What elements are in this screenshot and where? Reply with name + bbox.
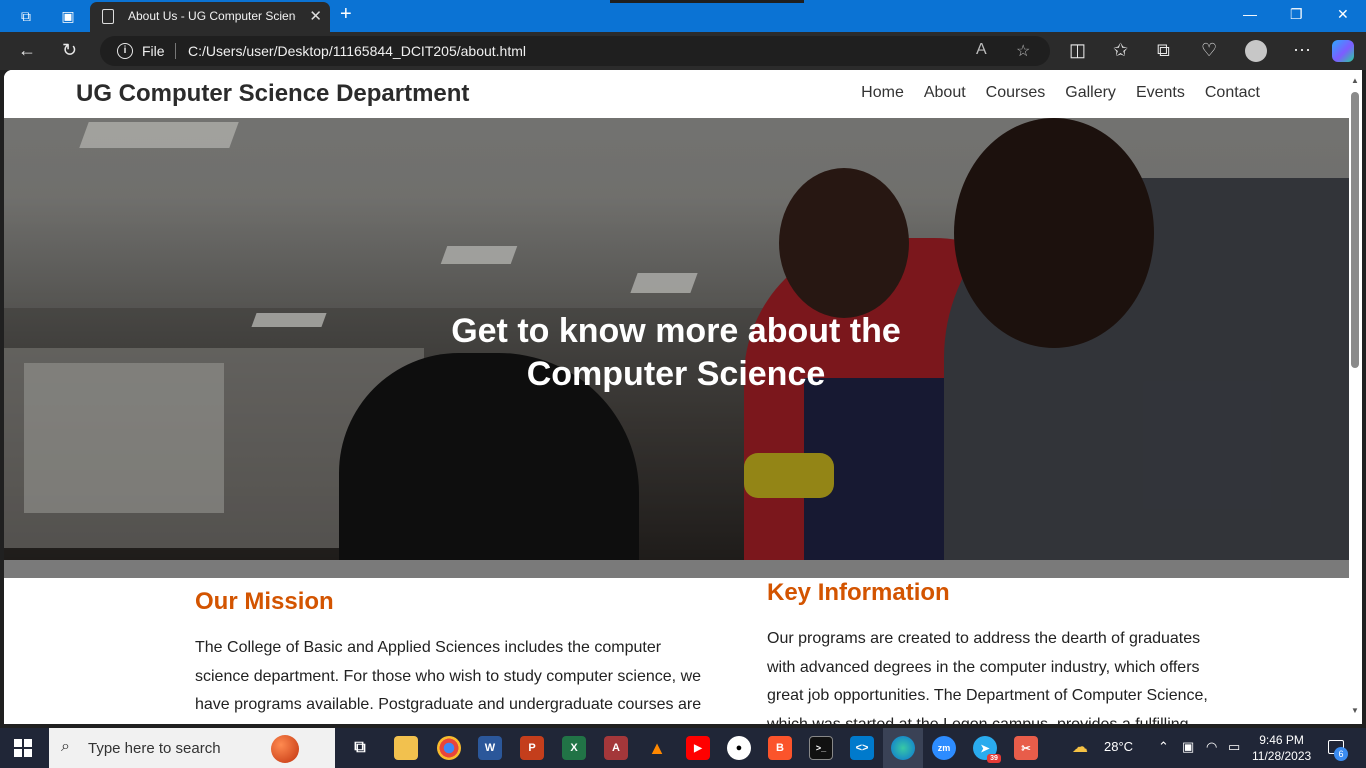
zoom-icon[interactable]: zm bbox=[932, 736, 956, 760]
taskbar-clock[interactable]: 9:46 PM 11/28/2023 bbox=[1252, 732, 1311, 764]
site-info-icon[interactable]: i bbox=[117, 43, 133, 59]
github-icon[interactable]: ● bbox=[727, 736, 751, 760]
tab-actions-icon[interactable]: ▣ bbox=[58, 6, 78, 26]
vlc-icon[interactable]: ▲ bbox=[645, 736, 669, 760]
task-view-icon[interactable]: ⧉ bbox=[348, 736, 372, 760]
close-window-icon[interactable]: ✕ bbox=[1337, 6, 1349, 23]
key-info-section: Key Information Our programs are created… bbox=[767, 579, 1217, 724]
favorite-star-icon[interactable]: ☆ bbox=[1016, 41, 1030, 61]
page-viewport: UG Computer Science Department Home Abou… bbox=[4, 70, 1349, 724]
browser-essentials-icon[interactable]: ♡ bbox=[1201, 40, 1217, 60]
settings-more-icon[interactable]: ⋯ bbox=[1293, 40, 1311, 60]
page-scrollbar[interactable]: ▲ ▼ bbox=[1349, 70, 1362, 724]
weather-temperature[interactable]: 28°C bbox=[1104, 739, 1133, 754]
access-icon[interactable]: A bbox=[604, 736, 628, 760]
active-browser-tab[interactable]: About Us - UG Computer Science Departmen… bbox=[90, 2, 330, 32]
windows-taskbar: ⌕ Type here to search ⧉ W P X A ▲ ▶ ● B … bbox=[0, 728, 1366, 768]
notification-badge: 6 bbox=[1334, 747, 1348, 761]
window-drag-region bbox=[610, 0, 804, 3]
tray-overflow-icon[interactable]: ⌃ bbox=[1158, 739, 1169, 755]
youtube-icon[interactable]: ▶ bbox=[686, 736, 710, 760]
refresh-icon[interactable]: ↻ bbox=[62, 40, 77, 60]
powerpoint-icon[interactable]: P bbox=[520, 736, 544, 760]
key-info-text: Our programs are created to address the … bbox=[767, 630, 1208, 724]
vscode-icon[interactable]: <> bbox=[850, 736, 874, 760]
split-screen-icon[interactable]: ◫ bbox=[1069, 40, 1086, 60]
read-aloud-icon[interactable]: A bbox=[976, 41, 987, 59]
excel-icon[interactable]: X bbox=[562, 736, 586, 760]
browser-toolbar: ← ↻ i File C:/Users/user/Desktop/1116584… bbox=[0, 32, 1366, 70]
brave-icon[interactable]: B bbox=[768, 736, 792, 760]
terminal-icon[interactable]: >_ bbox=[809, 736, 833, 760]
hero-heading: Get to know more about the Computer Scie… bbox=[451, 312, 901, 393]
wifi-icon[interactable]: ◠ bbox=[1206, 739, 1217, 755]
nav-gallery[interactable]: Gallery bbox=[1065, 84, 1116, 102]
scroll-down-icon[interactable]: ▼ bbox=[1351, 706, 1359, 715]
restore-icon[interactable]: ❐ bbox=[1290, 6, 1303, 23]
browser-tab-strip: ⧉ ▣ About Us - UG Computer Science Depar… bbox=[0, 0, 1366, 32]
page-favicon-icon bbox=[102, 9, 114, 24]
hero-banner: Get to know more about the Computer Scie… bbox=[4, 118, 1349, 560]
tab-close-icon[interactable]: ✕ bbox=[309, 7, 322, 25]
clock-time: 9:46 PM bbox=[1259, 733, 1304, 747]
favorites-icon[interactable]: ✩ bbox=[1113, 40, 1128, 60]
profile-avatar[interactable] bbox=[1245, 40, 1267, 62]
tab-title: About Us - UG Computer Science Departmen… bbox=[128, 9, 296, 23]
back-icon[interactable]: ← bbox=[18, 40, 36, 60]
snipping-tool-icon[interactable]: ✂ bbox=[1014, 736, 1038, 760]
workspaces-icon[interactable]: ⧉ bbox=[16, 6, 36, 26]
chrome-icon[interactable] bbox=[437, 736, 461, 760]
meet-now-icon[interactable]: ▣ bbox=[1182, 739, 1194, 755]
nav-courses[interactable]: Courses bbox=[986, 84, 1046, 102]
nav-contact[interactable]: Contact bbox=[1205, 84, 1260, 102]
site-title: UG Computer Science Department bbox=[76, 80, 470, 107]
address-url[interactable]: C:/Users/user/Desktop/11165844_DCIT205/a… bbox=[188, 43, 526, 59]
address-separator bbox=[175, 43, 176, 59]
nav-about[interactable]: About bbox=[924, 84, 966, 102]
site-nav: Home About Courses Gallery Events Contac… bbox=[861, 84, 1260, 102]
nav-events[interactable]: Events bbox=[1136, 84, 1185, 102]
start-button[interactable] bbox=[14, 739, 32, 757]
battery-icon[interactable]: ▭ bbox=[1228, 739, 1240, 755]
key-info-heading: Key Information bbox=[767, 579, 950, 606]
mission-heading: Our Mission bbox=[195, 588, 334, 615]
weather-icon[interactable]: ☁ bbox=[1072, 737, 1088, 757]
site-header: UG Computer Science Department Home Abou… bbox=[4, 70, 1349, 118]
minimize-icon[interactable]: — bbox=[1243, 6, 1257, 22]
mission-text: The College of Basic and Applied Science… bbox=[195, 639, 702, 713]
word-icon[interactable]: W bbox=[478, 736, 502, 760]
clock-date: 11/28/2023 bbox=[1252, 749, 1312, 763]
mission-section: Our Mission The College of Basic and App… bbox=[195, 588, 715, 724]
hero-bottom-strip bbox=[4, 560, 1349, 578]
file-explorer-icon[interactable] bbox=[394, 736, 418, 760]
telegram-badge: 39 bbox=[987, 754, 1001, 763]
new-tab-button[interactable]: + bbox=[340, 3, 352, 26]
edge-icon[interactable] bbox=[891, 736, 915, 760]
search-highlight-icon bbox=[271, 735, 299, 763]
copilot-icon[interactable] bbox=[1332, 40, 1354, 62]
address-bar[interactable]: i File C:/Users/user/Desktop/11165844_DC… bbox=[100, 36, 1050, 66]
search-icon: ⌕ bbox=[61, 738, 70, 755]
scroll-up-icon[interactable]: ▲ bbox=[1351, 76, 1359, 85]
nav-home[interactable]: Home bbox=[861, 84, 904, 102]
scrollbar-thumb[interactable] bbox=[1351, 92, 1359, 368]
collections-icon[interactable]: ⧉ bbox=[1157, 40, 1170, 60]
taskbar-search[interactable]: ⌕ Type here to search bbox=[49, 728, 335, 768]
search-placeholder: Type here to search bbox=[88, 740, 221, 757]
address-scheme-label: File bbox=[142, 43, 165, 59]
